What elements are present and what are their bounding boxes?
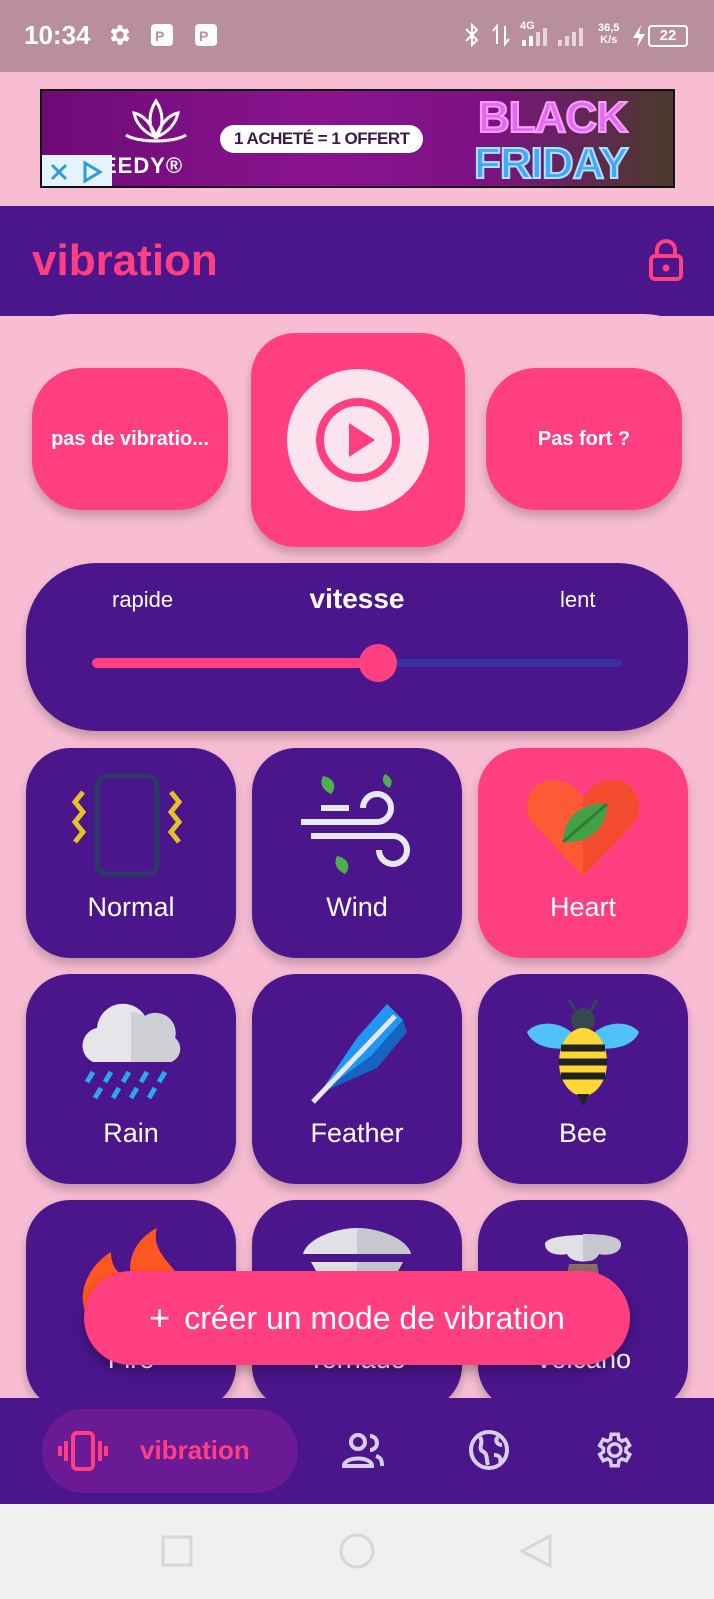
mode-tile-bee[interactable]: Bee — [478, 974, 688, 1184]
play-button[interactable] — [251, 333, 465, 547]
nav-label-vibration: vibration — [140, 1435, 250, 1465]
wind-icon — [301, 774, 410, 874]
mode-label-heart: Heart — [549, 892, 617, 922]
ad-brand: EEDY® — [102, 153, 184, 178]
play-icon — [316, 398, 400, 482]
play-circle — [287, 369, 429, 511]
ad-banner[interactable]: 1 ACHETÉ = 1 OFFERT EEDY® BLACK FRIDAY — [40, 89, 675, 188]
no-vibration-label: pas de vibratio... — [51, 427, 209, 450]
create-vibration-mode-label: créer un mode de vibration — [184, 1299, 565, 1336]
rain-cloud-icon — [82, 1003, 181, 1100]
app-header: vibration — [0, 206, 714, 316]
mode-tile-rain[interactable]: Rain — [26, 974, 236, 1184]
network-speed: 36,5 K/s — [598, 22, 619, 46]
network-speed-unit: K/s — [600, 34, 618, 46]
bee-icon — [527, 999, 639, 1106]
settings-notification-icon — [110, 25, 130, 45]
status-time: 10:34 — [24, 20, 91, 50]
speed-card: rapide vitesse lent — [26, 563, 688, 731]
app-notification-icon: P — [151, 24, 173, 46]
bottom-navigation: vibration — [0, 1398, 714, 1504]
bluetooth-icon — [465, 22, 479, 48]
ad-headline-bottom: FRIDAY — [473, 138, 630, 188]
ad-offer: 1 ACHETÉ = 1 OFFERT — [220, 125, 424, 153]
speed-slider-fill — [92, 658, 379, 668]
nav-item-vibration[interactable]: vibration — [42, 1409, 298, 1493]
signal-icon-2 — [558, 28, 583, 46]
plus-icon: + — [149, 1297, 171, 1338]
status-bar: 10:34 P P 4G 36,5 K/s 22 — [0, 0, 714, 72]
globe-icon[interactable] — [468, 1429, 510, 1471]
mode-label-bee: Bee — [558, 1118, 608, 1148]
svg-text:P: P — [199, 28, 208, 44]
mode-label-wind: Wind — [326, 892, 388, 922]
close-icon[interactable] — [48, 161, 70, 183]
data-transfer-icon — [492, 23, 510, 47]
svg-text:P: P — [155, 28, 164, 44]
mode-label-normal: Normal — [87, 892, 175, 922]
adchoices-icon[interactable] — [80, 160, 104, 184]
settings-icon[interactable] — [592, 1429, 634, 1471]
network-speed-value: 36,5 — [598, 22, 620, 34]
battery-level: 22 — [648, 25, 688, 47]
charging-icon — [633, 25, 645, 47]
mode-tile-normal[interactable]: Normal — [26, 748, 236, 958]
lotus-logo-icon — [125, 98, 187, 143]
ad-choices[interactable] — [42, 155, 112, 186]
feather-icon — [311, 1004, 407, 1104]
mode-label-rain: Rain — [103, 1118, 159, 1148]
page-title: vibration — [32, 236, 218, 285]
people-icon[interactable] — [342, 1432, 384, 1468]
lock-icon[interactable] — [648, 238, 684, 282]
speed-slider-thumb[interactable] — [359, 644, 398, 682]
system-navigation-bar — [0, 1504, 714, 1599]
speed-slow-label: lent — [560, 587, 596, 612]
home-icon[interactable] — [338, 1532, 376, 1570]
mode-tile-heart[interactable]: Heart — [478, 748, 688, 958]
back-icon[interactable] — [518, 1532, 554, 1570]
mode-label-feather: Feather — [310, 1118, 404, 1148]
phone-vibrate-icon — [71, 773, 183, 877]
heart-icon — [526, 780, 640, 876]
intensity-button[interactable]: Pas fort ? — [486, 368, 682, 510]
signal-icon — [522, 28, 547, 46]
mode-tile-feather[interactable]: Feather — [252, 974, 462, 1184]
recent-apps-icon[interactable] — [160, 1534, 194, 1568]
vibration-icon — [58, 1431, 108, 1471]
no-vibration-button[interactable]: pas de vibratio... — [32, 368, 228, 510]
app-notification-icon-2: P — [195, 24, 217, 46]
mode-tile-wind[interactable]: Wind — [252, 748, 462, 958]
ad-headline-top: BLACK — [477, 92, 629, 143]
create-vibration-mode-button[interactable]: + créer un mode de vibration — [84, 1271, 630, 1365]
intensity-label: Pas fort ? — [537, 427, 631, 450]
